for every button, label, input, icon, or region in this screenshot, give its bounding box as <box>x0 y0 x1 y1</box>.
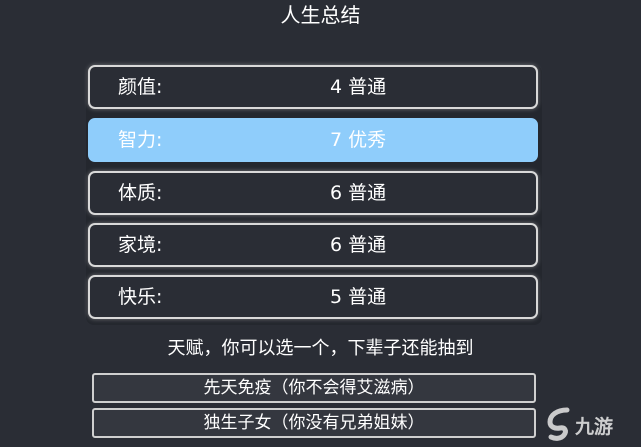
stat-rank: 普通 <box>348 234 387 256</box>
stat-value: 6 <box>330 234 343 256</box>
watermark-text: 九游 <box>575 416 614 438</box>
swirl-logo-icon <box>547 407 570 441</box>
stat-label: 颜值: <box>118 76 163 98</box>
stat-row-family: 家境: 6 普通 <box>88 223 538 267</box>
stat-label: 智力: <box>118 129 163 151</box>
stat-value: 5 <box>330 286 343 308</box>
stat-row-constitution: 体质: 6 普通 <box>88 171 538 215</box>
stat-value: 4 <box>330 76 343 98</box>
stat-value-group: 5 普通 <box>330 277 386 317</box>
stat-row-happiness: 快乐: 5 普通 <box>88 275 538 319</box>
stat-value: 6 <box>330 182 343 204</box>
stat-row-appearance: 颜值: 4 普通 <box>88 65 538 109</box>
stat-rank: 优秀 <box>348 129 387 151</box>
stat-rank: 普通 <box>348 286 387 308</box>
stat-value-group: 4 普通 <box>330 67 386 107</box>
talent-option-only-child[interactable]: 独生子女（你没有兄弟姐妹） <box>92 408 536 438</box>
stats-panel: 颜值: 4 普通 智力: 7 优秀 体质: 6 普通 家境: 6 普通 快乐: 5 普通 <box>86 65 542 325</box>
talent-option-immunity[interactable]: 先天免疫（你不会得艾滋病） <box>92 373 536 403</box>
stat-value-group: 7 优秀 <box>330 120 386 160</box>
stat-value-group: 6 普通 <box>330 173 386 213</box>
stat-rank: 普通 <box>348 182 387 204</box>
stat-rank: 普通 <box>348 76 387 98</box>
stat-label: 体质: <box>118 182 163 204</box>
stat-value-group: 6 普通 <box>330 225 386 265</box>
stat-label: 快乐: <box>118 286 163 308</box>
stat-label: 家境: <box>118 234 163 256</box>
watermark-logo: 九游 <box>545 404 639 444</box>
stat-value: 7 <box>330 129 343 151</box>
stat-row-intelligence: 智力: 7 优秀 <box>88 118 538 162</box>
talent-heading: 天赋，你可以选一个，下辈子还能抽到 <box>167 338 474 359</box>
page-title: 人生总结 <box>280 3 361 27</box>
